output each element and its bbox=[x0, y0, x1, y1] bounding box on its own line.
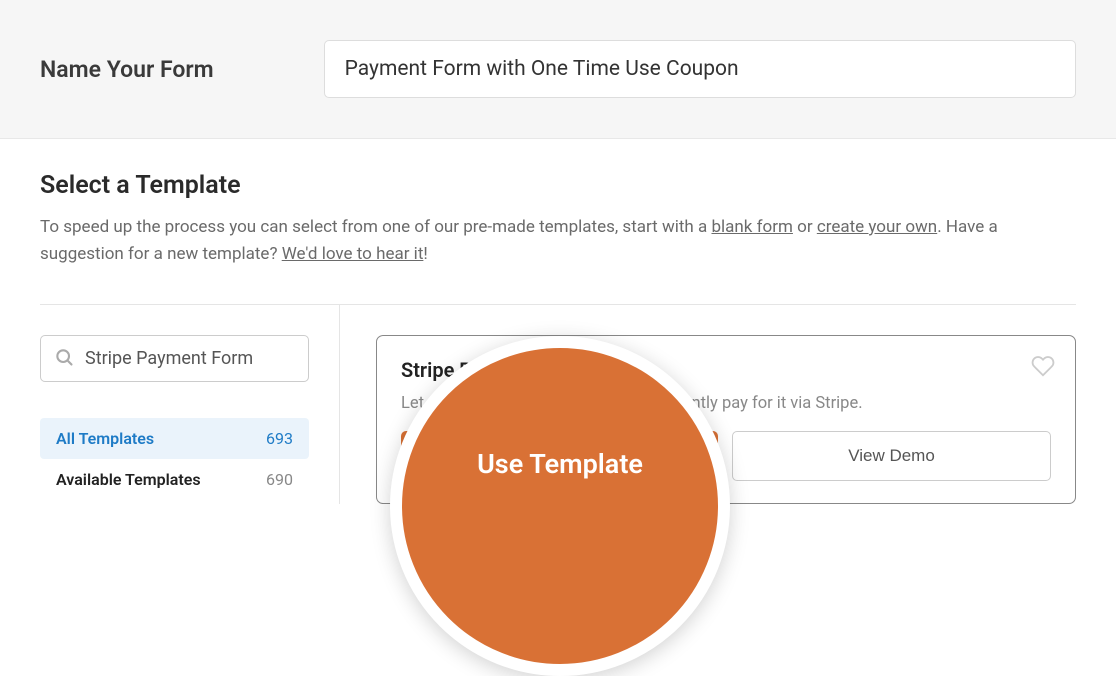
feedback-link[interactable]: We'd love to hear it bbox=[282, 244, 424, 264]
category-count: 693 bbox=[266, 429, 293, 448]
category-label: All Templates bbox=[56, 429, 154, 448]
category-available-templates[interactable]: Available Templates 690 bbox=[40, 459, 309, 500]
blank-form-link[interactable]: blank form bbox=[711, 217, 792, 237]
heart-icon[interactable] bbox=[1031, 354, 1055, 382]
category-list: All Templates 693 Available Templates 69… bbox=[40, 418, 309, 500]
header-section: Name Your Form bbox=[0, 0, 1116, 139]
select-template-title: Select a Template bbox=[40, 171, 1076, 200]
create-own-link[interactable]: create your own bbox=[817, 217, 937, 237]
form-name-label: Name Your Form bbox=[40, 56, 214, 83]
desc-text: To speed up the process you can select f… bbox=[40, 217, 711, 237]
category-label: Available Templates bbox=[56, 470, 201, 489]
template-search-input[interactable] bbox=[40, 335, 309, 382]
desc-text: ! bbox=[423, 244, 427, 264]
form-name-input[interactable] bbox=[324, 40, 1076, 98]
search-wrapper bbox=[40, 335, 309, 382]
category-count: 690 bbox=[266, 470, 293, 489]
zoom-highlight: Use Template bbox=[390, 336, 730, 676]
category-all-templates[interactable]: All Templates 693 bbox=[40, 418, 309, 459]
search-icon bbox=[54, 347, 74, 371]
view-demo-button[interactable]: View Demo bbox=[732, 431, 1051, 481]
select-template-description: To speed up the process you can select f… bbox=[40, 214, 1076, 268]
zoom-label: Use Template bbox=[477, 448, 643, 480]
sidebar: All Templates 693 Available Templates 69… bbox=[40, 305, 340, 504]
desc-text: or bbox=[793, 217, 817, 237]
